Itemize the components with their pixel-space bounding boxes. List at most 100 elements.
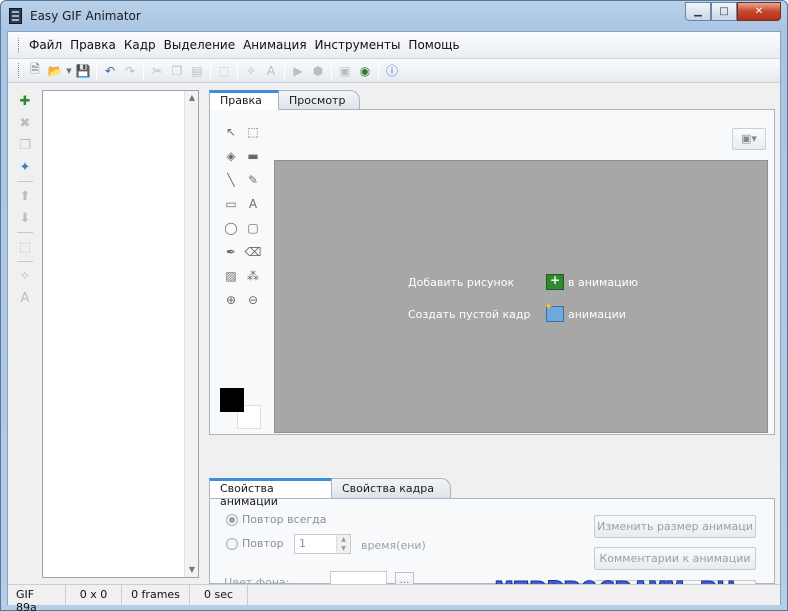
new-frame-row[interactable]: Создать пустой кадр анимации: [408, 300, 626, 322]
status-size: 0 x 0: [66, 585, 122, 605]
add-image-link[interactable]: в анимацию: [568, 276, 638, 289]
fill-bucket-icon[interactable]: ◈: [220, 144, 242, 168]
menu-animation[interactable]: Анимация: [239, 38, 310, 52]
move-up-icon[interactable]: ⬆: [14, 185, 36, 207]
gradient-icon[interactable]: ▬: [242, 144, 264, 168]
text-icon[interactable]: A: [261, 62, 281, 80]
magic-wand-icon[interactable]: ✧: [241, 62, 261, 80]
status-format: GIF 89a: [8, 585, 66, 611]
stamp-icon[interactable]: ▨: [220, 264, 242, 288]
resize-icon[interactable]: ⬚: [214, 62, 234, 80]
status-frames: 0 frames: [122, 585, 190, 605]
toolbar-grip: [18, 63, 21, 78]
wand-icon[interactable]: ✧: [14, 265, 36, 287]
text-tool-icon[interactable]: A: [242, 192, 264, 216]
new-frame-link[interactable]: анимации: [568, 308, 626, 321]
repeat-forever-label: Повтор всегда: [242, 513, 327, 526]
toolbar-separator: [284, 62, 285, 79]
new-frame-icon[interactable]: ✦: [14, 156, 36, 178]
repeat-count-radio[interactable]: Повтор: [226, 537, 284, 550]
client-area: Файл Правка Кадр Выделение Анимация Инст…: [7, 31, 781, 611]
tab-animation-properties[interactable]: Свойства анимации: [209, 478, 332, 508]
menu-tools[interactable]: Инструменты: [311, 38, 405, 52]
open-folder-icon[interactable]: 📂: [45, 62, 65, 80]
title-bar: Easy GIF Animator ▁ □ ✕: [1, 1, 787, 31]
scroll-up-arrow-icon[interactable]: ▲: [185, 91, 199, 105]
repeat-count-stepper[interactable]: 1 ▲ ▼: [294, 534, 351, 554]
rect-select-icon[interactable]: ⬚: [242, 120, 264, 144]
drawing-tools: ↖ ⬚ ◈ ▬ ╲ ✎ ▭ A ◯ ▢ ✒ ⌫ ▨ ⁂ ⊕ ⊖: [220, 120, 268, 312]
status-bar: GIF 89a 0 x 0 0 frames 0 sec: [8, 584, 780, 611]
menu-selection[interactable]: Выделение: [160, 38, 239, 52]
crop-icon[interactable]: ⬚: [14, 236, 36, 258]
frame-list-scrollbar[interactable]: ▲ ▼: [184, 91, 198, 577]
radio-dot: [226, 537, 238, 550]
menu-edit[interactable]: Правка: [66, 38, 120, 52]
add-image-icon: [546, 273, 564, 290]
tab-preview[interactable]: Просмотр: [278, 90, 360, 110]
rounded-rect-icon[interactable]: ▢: [242, 216, 264, 240]
rectangle-icon[interactable]: ▭: [220, 192, 242, 216]
tab-edit[interactable]: Правка: [209, 90, 279, 110]
eyedropper-icon[interactable]: ✒: [220, 240, 242, 264]
move-down-icon[interactable]: ⬇: [14, 207, 36, 229]
frame-toolbar: ✚ ✖ ❐ ✦ ⬆ ⬇ ⬚ ✧ A: [14, 90, 38, 320]
cut-icon[interactable]: ✂: [147, 62, 167, 80]
redo-icon[interactable]: ↷: [120, 62, 140, 80]
add-image-row[interactable]: Добавить рисунок в анимацию: [408, 273, 638, 290]
toolbar-separator: [143, 62, 144, 79]
help-icon[interactable]: ⓘ: [382, 62, 402, 80]
play-icon[interactable]: ▶: [288, 62, 308, 80]
window-controls: ▁ □ ✕: [685, 2, 781, 21]
close-button[interactable]: ✕: [737, 2, 781, 21]
copy-icon[interactable]: ❐: [167, 62, 187, 80]
line-icon[interactable]: ╲: [220, 168, 242, 192]
menu-help[interactable]: Помощь: [404, 38, 463, 52]
repeat-forever-radio[interactable]: Повтор всегда: [226, 513, 327, 526]
minimize-button[interactable]: ▁: [685, 2, 711, 21]
ellipse-icon[interactable]: ◯: [220, 216, 242, 240]
toolbar-separator: [331, 62, 332, 79]
toolbar-separator: [210, 62, 211, 79]
toolbar-separator: [237, 62, 238, 79]
toolbar-separator: [378, 62, 379, 79]
add-frame-icon[interactable]: ✚: [14, 90, 36, 112]
frame-list[interactable]: ▲ ▼: [42, 90, 199, 578]
brush-icon[interactable]: ✎: [242, 168, 264, 192]
zoom-out-icon[interactable]: ⊖: [242, 288, 264, 312]
menu-frame[interactable]: Кадр: [120, 38, 160, 52]
toolbar-separator: [96, 62, 97, 79]
export-icon[interactable]: ⬢: [308, 62, 328, 80]
app-film-icon: [9, 8, 22, 24]
eraser-icon[interactable]: ⌫: [242, 240, 264, 264]
delete-frame-icon[interactable]: ✖: [14, 112, 36, 134]
scroll-down-arrow-icon[interactable]: ▼: [185, 563, 199, 577]
pointer-icon[interactable]: ↖: [220, 120, 242, 144]
dropdown-arrow-icon[interactable]: ▼: [65, 62, 73, 80]
undo-icon[interactable]: ↶: [100, 62, 120, 80]
menu-grip: [18, 37, 21, 53]
canvas-image-dropdown-icon[interactable]: ▣▾: [732, 128, 766, 150]
menu-file[interactable]: Файл: [25, 38, 66, 52]
foreground-color-swatch[interactable]: [220, 388, 244, 412]
tab-frame-properties[interactable]: Свойства кадра: [331, 478, 451, 498]
toolbar-separator: [17, 261, 33, 262]
duplicate-frame-icon[interactable]: ❐: [14, 134, 36, 156]
text-icon[interactable]: A: [14, 287, 36, 309]
canvas-area[interactable]: Добавить рисунок в анимацию Создать пуст…: [274, 160, 768, 433]
properties-panel: Повтор всегда Повтор 1 ▲ ▼ время(ени) Цве…: [209, 498, 775, 592]
resize-animation-button[interactable]: Изменить размер анимаци: [594, 515, 756, 538]
add-image-label: Добавить рисунок: [408, 275, 515, 289]
stepper-arrows-icon[interactable]: ▲ ▼: [336, 535, 350, 553]
image-icon[interactable]: ▣: [335, 62, 355, 80]
zoom-in-icon[interactable]: ⊕: [220, 288, 242, 312]
new-file-icon[interactable]: 🗎: [25, 62, 45, 80]
animation-comments-button[interactable]: Комментарии к анимации: [594, 547, 756, 570]
paste-icon[interactable]: ▤: [187, 62, 207, 80]
preview-icon[interactable]: ◉: [355, 62, 375, 80]
spray-icon[interactable]: ⁂: [242, 264, 264, 288]
main-toolbar: 🗎 📂 ▼ 💾 ↶ ↷ ✂ ❐ ▤ ⬚ ✧ A ▶ ⬢ ▣ ◉ ⓘ: [8, 59, 780, 83]
save-icon[interactable]: 💾: [73, 62, 93, 80]
maximize-button[interactable]: □: [711, 2, 737, 21]
edit-panel: ↖ ⬚ ◈ ▬ ╲ ✎ ▭ A ◯ ▢ ✒ ⌫ ▨ ⁂ ⊕ ⊖ ▣▾ Добавить рису…: [209, 109, 775, 435]
